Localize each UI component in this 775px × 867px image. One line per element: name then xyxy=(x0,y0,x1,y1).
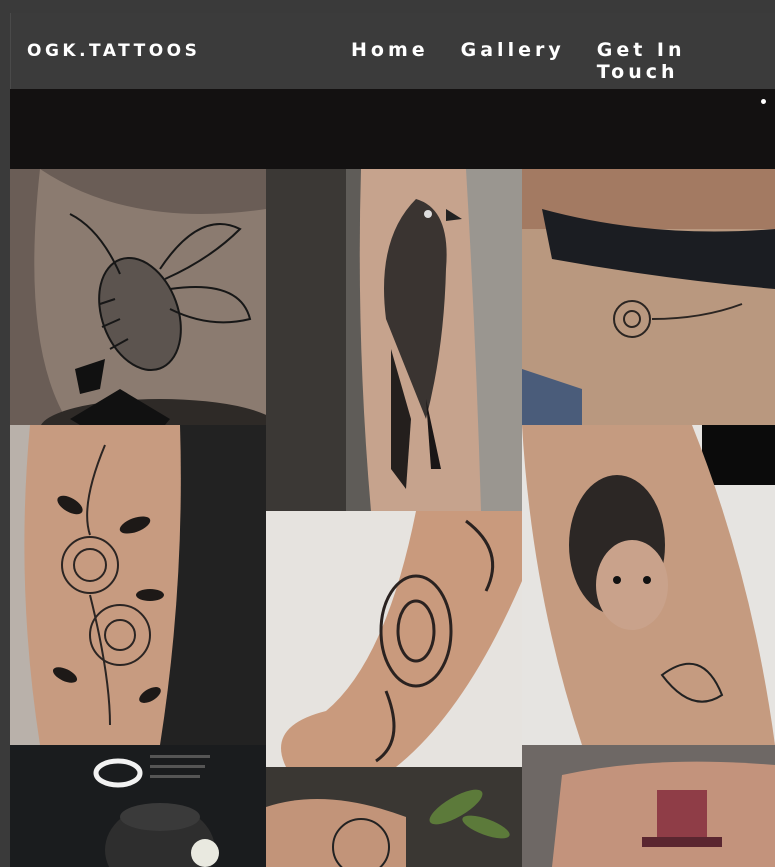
hero-banner xyxy=(10,89,775,169)
gallery-image-studio[interactable] xyxy=(10,745,266,867)
gallery-image-woman-portrait[interactable] xyxy=(522,425,775,745)
bee-tattoo-photo xyxy=(10,169,266,425)
main-nav: Home Gallery Get In Touch xyxy=(351,39,775,83)
gallery-image-peony[interactable] xyxy=(266,767,522,867)
gallery-image-hand-ornamental[interactable] xyxy=(266,511,522,767)
studio-photo xyxy=(10,745,266,867)
hand-tattoo-photo xyxy=(266,511,522,767)
site-header: OGK.TATTOOS Home Gallery Get In Touch xyxy=(10,13,775,89)
gallery-image-crow[interactable] xyxy=(266,169,522,511)
crow-tattoo-photo xyxy=(266,169,522,511)
nav-get-in-touch[interactable]: Get In Touch xyxy=(597,39,775,83)
left-strip xyxy=(0,0,10,867)
gallery-image-top-hat[interactable] xyxy=(522,745,775,867)
top-strip xyxy=(0,0,775,13)
rose-sleeve-photo xyxy=(10,425,266,745)
slide-indicator-dot[interactable] xyxy=(761,99,766,104)
ribs-flower-photo xyxy=(522,169,775,425)
nav-gallery[interactable]: Gallery xyxy=(461,39,565,83)
peony-tattoo-photo xyxy=(266,767,522,867)
woman-portrait-photo xyxy=(522,425,775,745)
gallery-image-bee[interactable] xyxy=(10,169,266,425)
gallery-image-rose-sleeve[interactable] xyxy=(10,425,266,745)
top-hat-photo xyxy=(522,745,775,867)
gallery-image-ribs-flower[interactable] xyxy=(522,169,775,425)
nav-home[interactable]: Home xyxy=(351,39,429,83)
site-logo[interactable]: OGK.TATTOOS xyxy=(27,41,200,61)
